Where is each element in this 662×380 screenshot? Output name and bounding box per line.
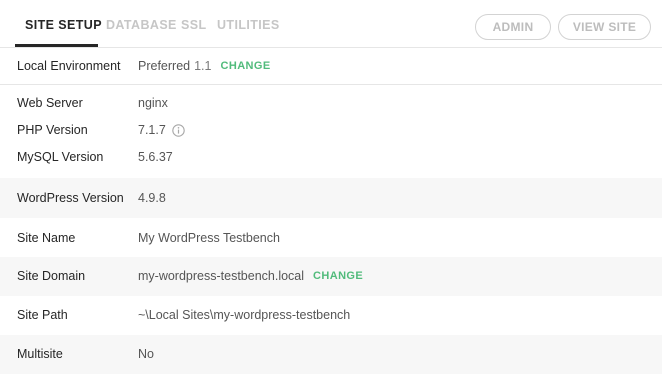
- mysql-version-label: MySQL Version: [17, 150, 104, 164]
- multisite-row: Multisite No: [0, 335, 662, 374]
- active-tab-indicator: [15, 44, 98, 47]
- site-domain-row: Site Domain my-wordpress-testbench.local…: [0, 257, 662, 296]
- php-version-row: PHP Version 7.1.7: [0, 121, 662, 141]
- site-domain-value-group: my-wordpress-testbench.local CHANGE: [138, 269, 363, 283]
- web-server-row: Web Server nginx: [0, 94, 662, 114]
- site-name-value: My WordPress Testbench: [138, 231, 280, 245]
- mysql-version-row: MySQL Version 5.6.37: [0, 148, 662, 168]
- site-path-label: Site Path: [17, 308, 68, 322]
- local-environment-row: Local Environment Preferred 1.1 CHANGE: [0, 48, 662, 85]
- php-version-label: PHP Version: [17, 123, 88, 137]
- multisite-value: No: [138, 347, 154, 361]
- wordpress-version-value: 4.9.8: [138, 191, 166, 205]
- site-name-row: Site Name My WordPress Testbench: [0, 218, 662, 257]
- local-environment-version: 1.1: [194, 59, 212, 73]
- web-server-label: Web Server: [17, 96, 83, 110]
- site-path-value: ~\Local Sites\my-wordpress-testbench: [138, 308, 351, 322]
- tab-database[interactable]: DATABASE: [106, 18, 177, 32]
- change-domain-link[interactable]: CHANGE: [313, 270, 363, 282]
- admin-button[interactable]: ADMIN: [475, 14, 551, 40]
- web-server-value: nginx: [138, 96, 168, 110]
- view-site-button[interactable]: VIEW SITE: [558, 14, 651, 40]
- php-version-value: 7.1.7: [138, 123, 166, 137]
- tab-bar: SITE SETUP DATABASE SSL UTILITIES ADMIN …: [0, 0, 662, 48]
- tab-site-setup[interactable]: SITE SETUP: [25, 18, 102, 32]
- info-icon[interactable]: [172, 123, 185, 137]
- local-environment-value: Preferred: [138, 59, 191, 73]
- php-version-value-group: 7.1.7: [138, 123, 185, 137]
- change-environment-link[interactable]: CHANGE: [221, 60, 271, 72]
- site-domain-value: my-wordpress-testbench.local: [138, 269, 305, 283]
- site-path-row: Site Path ~\Local Sites\my-wordpress-tes…: [0, 296, 662, 335]
- tab-utilities[interactable]: UTILITIES: [217, 18, 280, 32]
- tab-ssl[interactable]: SSL: [181, 18, 207, 32]
- site-name-label: Site Name: [17, 231, 76, 245]
- wordpress-version-row: WordPress Version 4.9.8: [0, 178, 662, 218]
- local-environment-label: Local Environment: [17, 59, 121, 73]
- multisite-label: Multisite: [17, 347, 63, 361]
- wordpress-version-label: WordPress Version: [17, 191, 124, 205]
- mysql-version-value: 5.6.37: [138, 150, 173, 164]
- site-domain-label: Site Domain: [17, 269, 86, 283]
- local-environment-value-group: Preferred 1.1 CHANGE: [138, 59, 271, 73]
